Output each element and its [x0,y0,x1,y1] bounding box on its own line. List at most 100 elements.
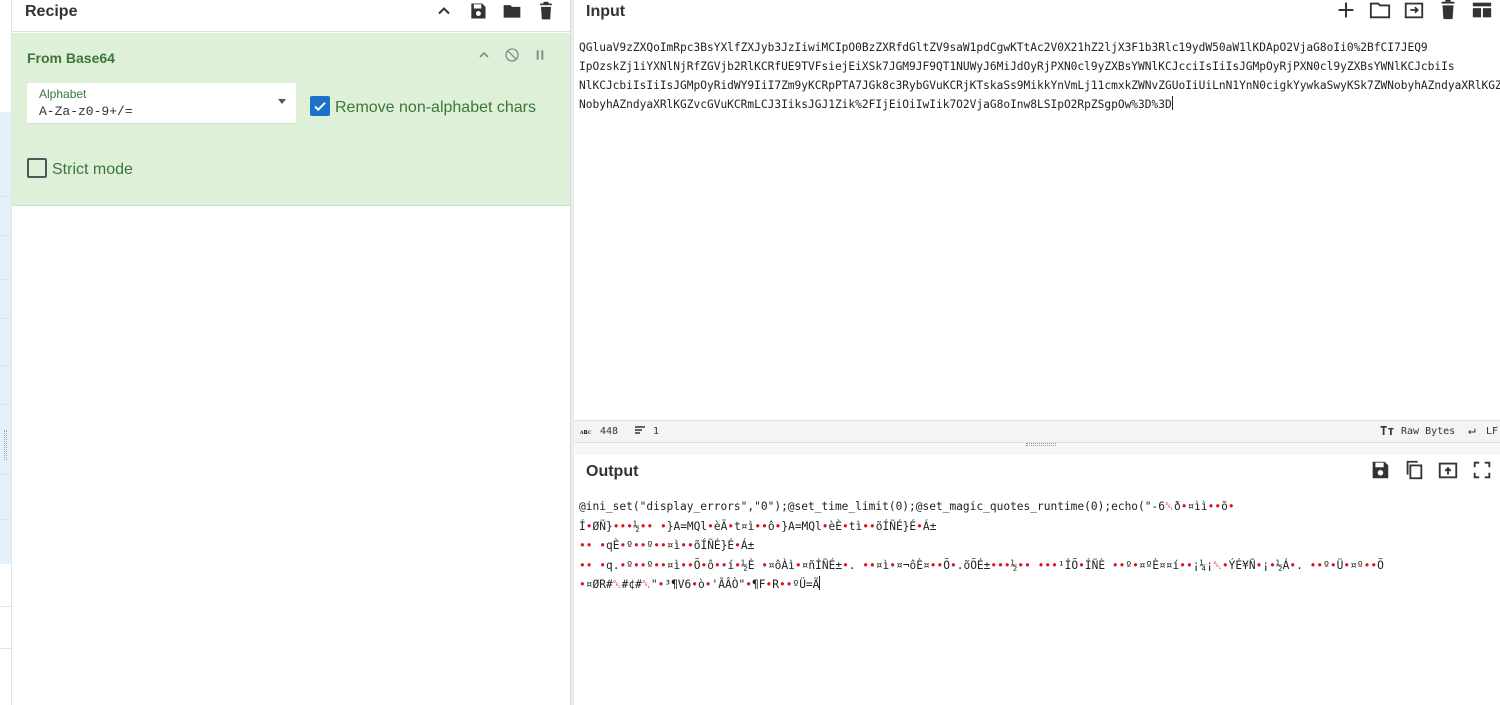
input-line: NlKCJcbiIsIiIsJGMpOyRidWY9IiI7Zm9yKCRpPT… [579,79,1500,92]
control-char-marker: • [745,578,752,591]
resize-grip[interactable] [4,430,7,460]
input-panel: Input QGluaV9zZXQoImRpc3BsYXlfZXJyb3JzIi… [574,0,1500,445]
edge-divider [0,648,11,649]
control-char-marker: • [619,558,627,572]
alphabet-label: Alphabet [39,87,87,101]
strict-mode-checkbox[interactable] [27,158,47,178]
input-line: NobyhAZndyaXRlKGZvcGVuKCRmLCJ3IiksJGJ1Zi… [579,98,1172,111]
recipe-panel: Recipe From Base64 Alphabet A-Za-z0-9+/= [12,0,570,705]
control-char-marker: • [1289,558,1297,572]
control-char-marker: • [761,519,768,533]
control-char-marker: • [1132,558,1139,572]
input-header: Input [574,0,1500,24]
replace-input-icon[interactable] [1435,457,1461,483]
control-char-marker: • [1370,558,1378,572]
control-char-marker: • [1179,558,1186,572]
alphabet-value: A-Za-z0-9+/= [39,104,133,119]
alphabet-select[interactable]: Alphabet A-Za-z0-9+/= [27,83,296,123]
maximize-output-icon[interactable] [1469,457,1495,483]
text-caret [819,576,821,590]
control-char-marker: • [704,578,712,591]
clear-input-icon[interactable] [1435,0,1461,23]
control-char-marker: • [1024,558,1031,572]
control-char-marker: • [626,519,633,533]
input-line: IpOzskZj1iYXNlNjRfZGVjb2RlKCRfUE9TVFsiej… [579,60,1455,73]
control-char-marker: • [794,558,802,572]
output-textarea[interactable]: @ini_set("display_errors","0");@set_time… [579,497,1500,697]
edge-divider [0,235,11,236]
remove-non-alphabet-label: Remove non-alphabet chars [335,99,537,116]
open-folder-icon[interactable] [1367,0,1393,23]
eol-icon[interactable]: ↵ [1468,423,1476,438]
control-char-marker: • [1316,558,1324,572]
recipe-header: Recipe [12,0,570,32]
control-char-marker: • [579,578,586,591]
edge-divider [0,279,11,280]
control-char-marker: • [1227,500,1235,513]
control-char-marker: • [842,519,849,533]
control-char-marker: ␡ [1164,500,1174,513]
control-char-marker: • [778,578,786,591]
text-format-icon[interactable]: Tт [1380,424,1394,438]
control-char-marker: • [821,519,829,533]
control-char-marker: • [868,519,876,533]
load-recipe-icon[interactable] [500,0,524,23]
clear-recipe-icon[interactable] [534,0,558,23]
control-char-marker: • [579,558,586,572]
control-char-marker: • [1180,500,1188,513]
control-char-marker: • [659,519,667,533]
control-char-marker: • [761,558,768,572]
control-char-marker: ␡ [612,578,622,591]
left-edge-strip [0,0,12,705]
reset-layout-icon[interactable] [1469,0,1495,23]
resize-grip[interactable] [1026,443,1056,446]
abc-icon: ᴀʙᴄ [580,428,592,436]
control-char-marker: • [639,539,647,552]
encoding-label[interactable]: Raw Bytes [1401,426,1455,437]
output-line: •¤ØR#␡#¢#␡"•³¶V6•ò•'ÃÂÒ"•¶F•R••ºÜ=Ã [579,576,821,591]
control-char-marker: • [1111,558,1119,572]
pause-operation-icon[interactable] [531,46,549,64]
control-char-marker: • [916,519,923,533]
collapse-all-icon[interactable] [432,0,456,23]
control-char-marker: ␡ [1212,558,1222,572]
add-input-tab-icon[interactable] [1333,0,1359,23]
edge-divider [0,519,11,520]
output-line: @ini_set("display_errors","0");@set_time… [579,500,1235,513]
control-char-marker: • [1051,558,1058,572]
control-char-marker: • [632,558,640,572]
control-char-marker: • [889,558,897,572]
control-char-marker: • [1221,558,1229,572]
collapse-operation-icon[interactable] [475,46,493,64]
control-char-marker: ␡ [641,578,651,591]
disable-operation-icon[interactable] [503,46,521,64]
remove-non-alphabet-checkbox[interactable] [310,96,330,116]
horizontal-splitter[interactable] [574,443,1500,455]
eol-label[interactable]: LF [1486,426,1498,437]
edge-divider [0,318,11,319]
control-char-marker: • [646,519,654,533]
control-char-marker: • [686,539,694,552]
control-char-marker: • [842,558,849,572]
open-file-icon[interactable] [1401,0,1427,23]
char-count: 448 [600,426,619,437]
save-output-icon[interactable] [1367,457,1393,483]
control-char-marker: • [765,578,773,591]
save-recipe-icon[interactable] [466,0,490,23]
control-char-marker: • [653,539,660,552]
control-char-marker: • [774,519,782,533]
control-char-marker: • [1255,558,1263,572]
control-char-marker: • [585,519,593,533]
edge-divider [0,365,11,366]
dropdown-caret-icon [278,99,286,104]
input-textarea[interactable]: QGluaV9zZXQoImRpc3BsYXlfZXJyb3JzIiwiMCIp… [579,38,1500,418]
operation-title: From Base64 [27,50,115,66]
control-char-marker: • [1078,558,1085,572]
control-char-marker: • [585,558,593,572]
operation-card-from-base64[interactable]: From Base64 Alphabet A-Za-z0-9+/= Remove… [12,33,570,206]
copy-output-icon[interactable] [1401,457,1427,483]
control-char-marker: • [1329,558,1337,572]
strict-mode-label: Strict mode [52,161,133,178]
control-char-marker: • [727,519,735,533]
output-line: Í•ØÑ}•••½•• •}A=MQl•èÄ•t¤ì••ô•}A=MQl•èÈ•… [579,519,937,533]
